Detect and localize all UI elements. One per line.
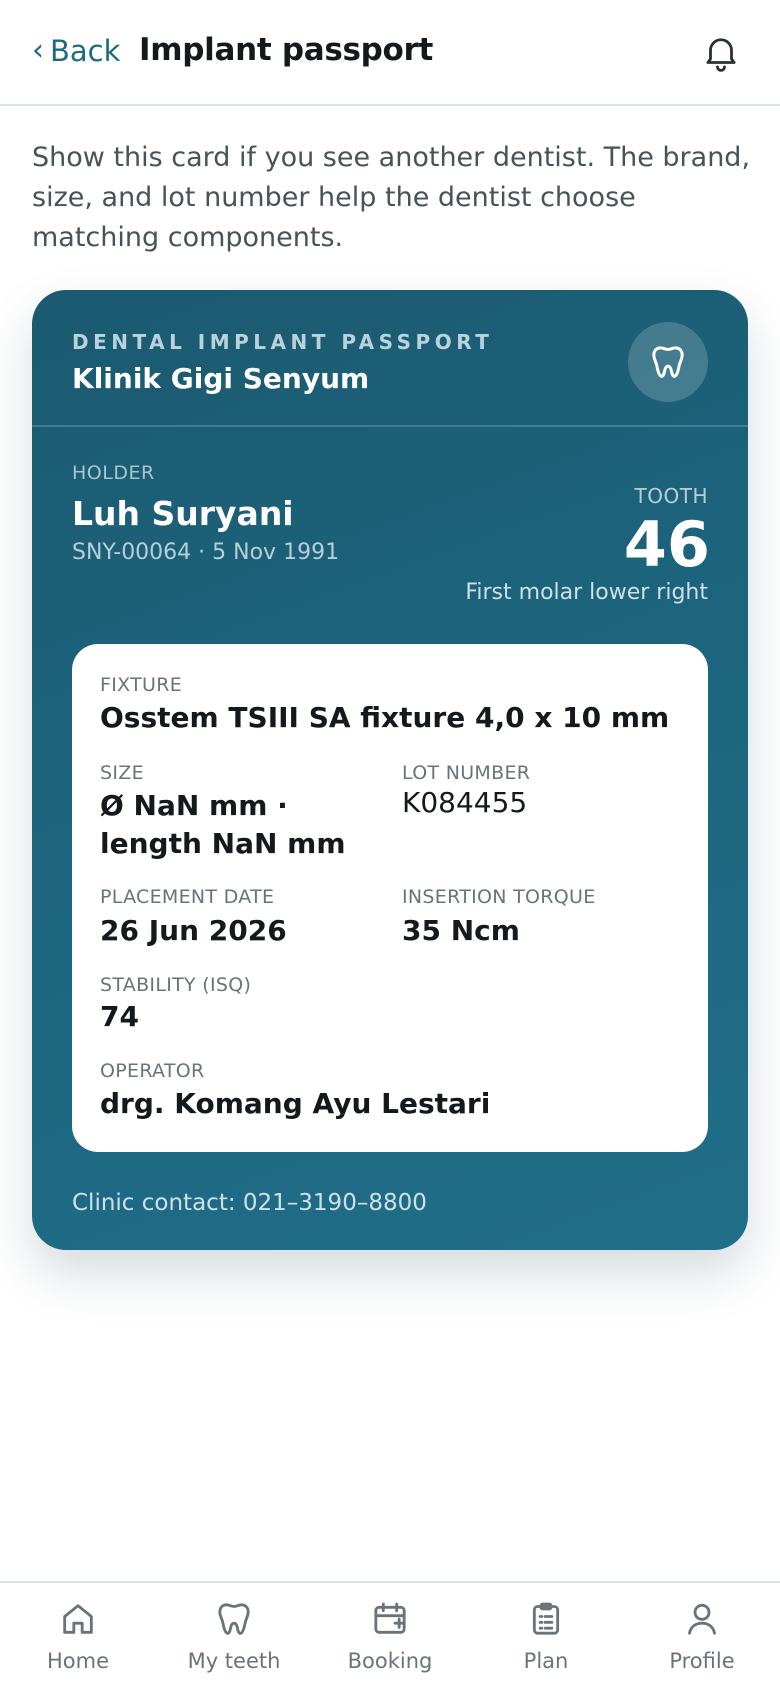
holder-name: Luh Suryani [72,494,294,533]
card-header: DENTAL IMPLANT PASSPORT Klinik Gigi Seny… [32,290,748,427]
tab-label: My teeth [187,1649,281,1673]
bell-icon[interactable] [700,30,742,74]
chevron-left-icon: ‹ [32,33,44,68]
implant-passport-card: DENTAL IMPLANT PASSPORT Klinik Gigi Seny… [32,290,748,1250]
fixture-value: Osstem TSIII SA fixture 4,0 x 10 mm [100,701,670,734]
insertion-torque-value: 35 Ncm [402,914,520,947]
tab-label: Profile [669,1649,735,1673]
operator-value: drg. Komang Ayu Lestari [100,1087,491,1120]
size-value: Ø NaN mm · length NaN mm [100,789,346,860]
user-icon [682,1599,722,1643]
tab-label: Booking [347,1649,433,1673]
tooth-label: TOOTH [634,484,708,508]
isq-value: 74 [100,1000,139,1033]
tab-home[interactable]: Home [0,1583,156,1688]
tab-profile[interactable]: Profile [624,1583,780,1688]
app-header: ‹ Back Implant passport [0,0,780,106]
bottom-tab-bar: Home My teeth Booking Plan Profile [0,1581,780,1688]
placement-date-label: PLACEMENT DATE [100,886,275,908]
clinic-contact: Clinic contact: 021–3190–8800 [72,1190,427,1216]
card-eyebrow: DENTAL IMPLANT PASSPORT [72,330,494,354]
tab-plan[interactable]: Plan [468,1583,624,1688]
tab-my-teeth[interactable]: My teeth [156,1583,312,1688]
isq-label: STABILITY (ISQ) [100,974,252,996]
fixture-label: FIXTURE [100,674,183,696]
implant-details: FIXTURE Osstem TSIII SA fixture 4,0 x 10… [72,644,708,1152]
tooth-number: 46 [623,508,710,581]
holder-meta: SNY-00064 · 5 Nov 1991 [72,540,340,565]
holder-label: HOLDER [72,462,155,484]
lot-number-label: LOT NUMBER [402,762,531,784]
lot-number-value: K084455 [402,786,528,819]
tab-label: Plan [523,1649,569,1673]
insertion-torque-label: INSERTION TORQUE [402,886,596,908]
clipboard-icon [526,1599,566,1643]
operator-label: OPERATOR [100,1060,205,1082]
size-label: SIZE [100,762,144,784]
back-button[interactable]: ‹ Back [32,34,120,68]
page-title: Implant passport [139,32,434,68]
tab-label: Home [46,1649,109,1673]
tooth-description: First molar lower right [465,580,708,605]
tooth-icon [628,322,708,402]
placement-date-value: 26 Jun 2026 [100,914,287,947]
intro-text: Show this card if you see another dentis… [32,142,751,253]
tab-booking[interactable]: Booking [312,1583,468,1688]
calendar-plus-icon [370,1599,410,1643]
back-label: Back [50,34,121,68]
tooth-icon [214,1599,254,1643]
clinic-name: Klinik Gigi Senyum [72,362,370,395]
home-icon [58,1599,98,1643]
